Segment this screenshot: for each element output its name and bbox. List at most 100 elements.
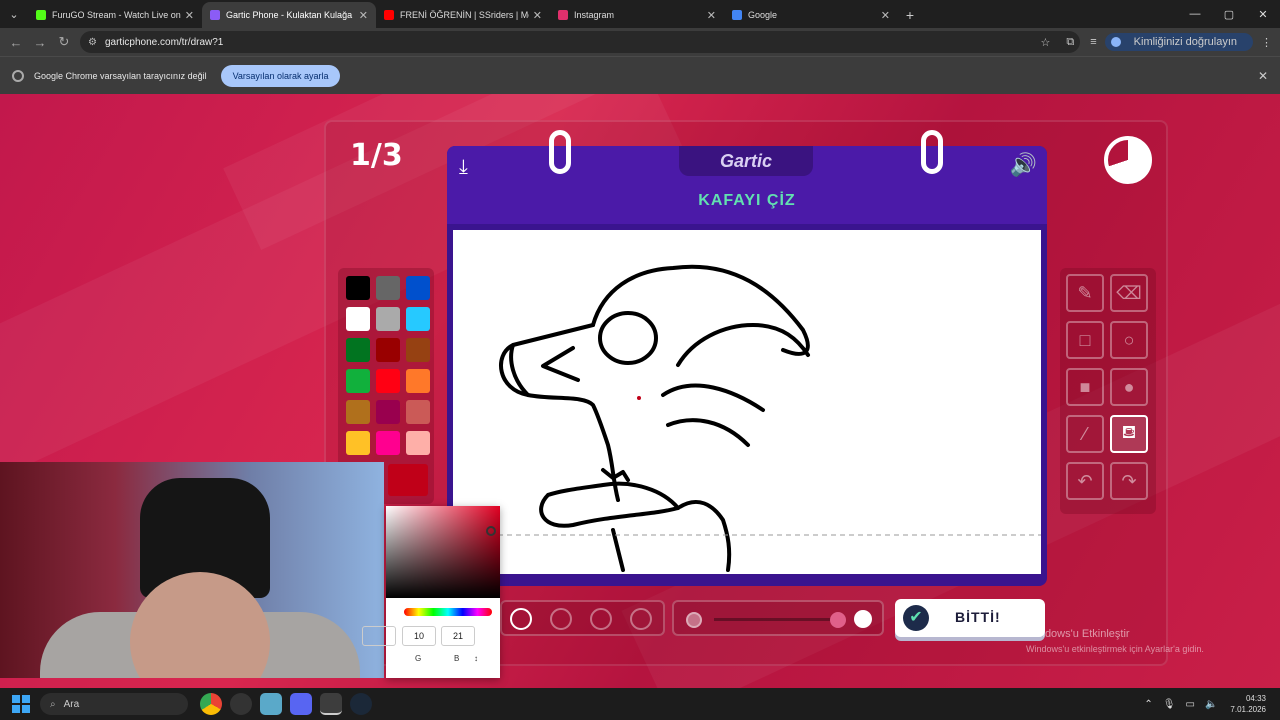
tab-close-icon[interactable]: ✕ [881, 9, 890, 22]
color-swatch[interactable] [406, 400, 430, 424]
tab-close-icon[interactable]: ✕ [185, 9, 194, 22]
color-swatch[interactable] [376, 400, 400, 424]
undo-icon[interactable]: ↶ [1066, 462, 1104, 500]
binder-ring-right [921, 130, 943, 174]
line-icon[interactable]: ⁄ [1066, 415, 1104, 453]
steam-taskbar-icon[interactable] [350, 693, 372, 715]
discord-taskbar-icon[interactable] [290, 693, 312, 715]
color-swatch[interactable] [376, 369, 400, 393]
opacity-slider[interactable] [714, 618, 834, 621]
color-swatch[interactable] [346, 431, 370, 455]
forward-button[interactable]: → [28, 35, 52, 50]
size-3-button[interactable] [590, 608, 612, 630]
g-input[interactable]: 10 [402, 626, 436, 646]
color-swatch[interactable] [346, 338, 370, 362]
color-swatch[interactable] [346, 400, 370, 424]
b-input[interactable]: 21 [441, 626, 475, 646]
reload-button[interactable]: ↻ [52, 34, 76, 50]
square-fill-icon[interactable]: ■ [1066, 368, 1104, 406]
tab-2[interactable]: FRENİ ÖĞRENİN | SSriders | Mo ✕ [376, 2, 550, 28]
tab-3[interactable]: Instagram ✕ [550, 2, 724, 28]
square-outline-icon[interactable]: □ [1066, 321, 1104, 359]
opacity-max-icon [854, 610, 872, 628]
prompt-text: KAFAYI ÇİZ [698, 192, 796, 209]
clock-time: 04:33 [1245, 694, 1266, 703]
clock[interactable]: 04:33 7.01.2026 [1230, 693, 1266, 715]
tab-favicon-icon [210, 10, 220, 20]
color-swatch[interactable] [406, 307, 430, 331]
chrome-taskbar-icon[interactable] [200, 693, 222, 715]
tab-0[interactable]: FuruGO Stream - Watch Live on ✕ [28, 2, 202, 28]
tray-chevron-icon[interactable]: ⌃ [1144, 699, 1152, 710]
color-swatch[interactable] [346, 307, 370, 331]
address-bar[interactable]: ⚙ garticphone.com/tr/draw?1 [80, 31, 1080, 53]
tab-search-button[interactable]: ⌄ [0, 0, 28, 28]
taskbar-search[interactable]: ⌕ Ara [40, 693, 188, 715]
network-icon[interactable]: ▭ [1186, 699, 1195, 710]
tab-title: Instagram [574, 10, 615, 20]
close-window-button[interactable]: ✕ [1246, 0, 1280, 28]
windows-start-icon[interactable] [12, 695, 30, 713]
maximize-button[interactable]: ▢ [1212, 0, 1246, 28]
opacity-slider-handle[interactable] [830, 612, 846, 628]
mic-icon[interactable]: 🎙 [1163, 699, 1176, 710]
color-swatch[interactable] [406, 338, 430, 362]
site-info-icon[interactable]: ⚙ [88, 37, 97, 48]
color-swatch[interactable] [376, 431, 400, 455]
r-input[interactable] [362, 626, 396, 646]
file-taskbar-icon[interactable] [320, 693, 342, 715]
settings-taskbar-icon[interactable] [260, 693, 282, 715]
menu-icon[interactable]: ⋮ [1261, 36, 1272, 49]
tab-close-icon[interactable]: ✕ [707, 9, 716, 22]
mode-toggle-icon[interactable]: ↕ [474, 654, 478, 663]
tab-1[interactable]: Gartic Phone - Kulaktan Kulağa ✕ [202, 2, 376, 28]
extensions-icon[interactable]: ⧉ [1066, 36, 1074, 49]
clock-date: 7.01.2026 [1230, 705, 1266, 714]
drawing-strokes [453, 264, 1041, 572]
speaker-icon[interactable]: 🔊 [1010, 152, 1037, 178]
profile-button[interactable]: Kimliğinizi doğrulayın [1104, 33, 1253, 51]
color-picker[interactable]: 10 21 G B ↕ [362, 506, 500, 678]
hue-slider[interactable] [404, 608, 492, 616]
redo-icon[interactable]: ↷ [1110, 462, 1148, 500]
download-icon[interactable]: ⤓ [459, 156, 468, 179]
drawing-canvas[interactable] [453, 230, 1041, 574]
color-swatch[interactable] [406, 276, 430, 300]
color-swatch[interactable] [346, 276, 370, 300]
tab-close-icon[interactable]: ✕ [533, 9, 542, 22]
color-swatch[interactable] [376, 307, 400, 331]
color-swatch[interactable] [376, 338, 400, 362]
app-taskbar-icon[interactable] [230, 693, 252, 715]
saturation-area[interactable] [386, 506, 500, 598]
color-swatch[interactable] [406, 431, 430, 455]
done-button[interactable]: ✔ BİTTİ! [895, 599, 1045, 637]
circle-fill-icon[interactable]: ● [1110, 368, 1148, 406]
tab-favicon-icon [384, 10, 394, 20]
color-swatch[interactable] [346, 369, 370, 393]
bucket-icon[interactable]: ⛾ [1110, 415, 1148, 453]
media-icon[interactable]: ≡ [1090, 36, 1096, 48]
color-swatch[interactable] [406, 369, 430, 393]
opacity-bar [672, 600, 884, 636]
selected-color-swatch [388, 464, 428, 496]
color-swatch[interactable] [376, 276, 400, 300]
circle-outline-icon[interactable]: ○ [1110, 321, 1148, 359]
url-text: garticphone.com/tr/draw?1 [104, 36, 224, 48]
bookmark-star-icon[interactable]: ☆ [1041, 36, 1051, 49]
pencil-icon[interactable]: ✎ [1066, 274, 1104, 312]
size-2-button[interactable] [550, 608, 572, 630]
size-4-button[interactable] [630, 608, 652, 630]
brush-size-bar [500, 600, 665, 636]
timer-icon [1104, 136, 1152, 184]
volume-icon[interactable]: 🔈 [1205, 699, 1217, 710]
eraser-icon[interactable]: ⌫ [1110, 274, 1148, 312]
size-1-button[interactable] [510, 608, 532, 630]
back-button[interactable]: ← [4, 35, 28, 50]
set-default-button[interactable]: Varsayılan olarak ayarla [220, 64, 341, 87]
tab-4[interactable]: Google ✕ [724, 2, 898, 28]
new-tab-button[interactable]: + [898, 2, 922, 28]
minimize-button[interactable]: — [1178, 0, 1212, 28]
card-header: Gartic ⤓ 🔊 KAFAYI ÇİZ [447, 146, 1047, 224]
infobar-close-icon[interactable]: ✕ [1258, 69, 1268, 83]
tab-close-icon[interactable]: ✕ [359, 9, 368, 22]
